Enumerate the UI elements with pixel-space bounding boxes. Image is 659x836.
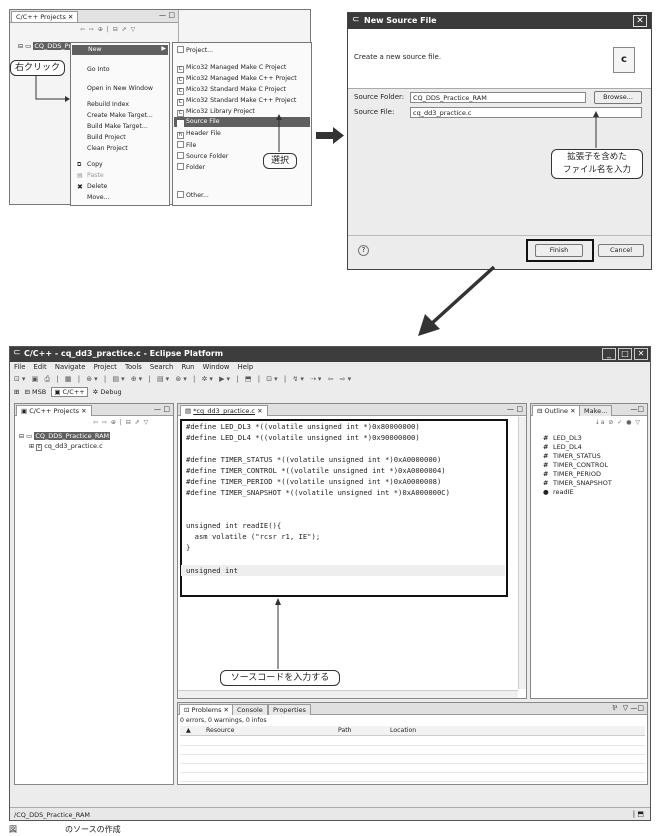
eclipse-title: C/C++ - cq_dd3_practice.c - Eclipse Plat… bbox=[24, 349, 224, 358]
dialog-header: Create a new source file. c bbox=[348, 29, 651, 89]
console-tab[interactable]: Console bbox=[232, 704, 268, 715]
outline-item[interactable]: # TIMER_CONTROL bbox=[543, 461, 608, 469]
menu-project[interactable]: Project bbox=[94, 363, 117, 371]
window-close-button[interactable]: ✕ bbox=[634, 348, 648, 360]
figure-caption: 図 のソースの作成 bbox=[9, 825, 121, 834]
view-maximize-icon[interactable]: □ bbox=[163, 405, 170, 413]
column-path[interactable]: Path bbox=[338, 727, 352, 734]
problems-view: ⊡ Problems ✕ Console Properties ⅌ ▽ —□ 0… bbox=[177, 702, 648, 785]
dialog-title: New Source File bbox=[364, 16, 437, 25]
help-icon[interactable]: ? bbox=[358, 245, 369, 256]
problems-summary: 0 errors, 0 warnings, 0 infos bbox=[180, 717, 267, 724]
dialog-description: Create a new source file. bbox=[354, 53, 442, 61]
filter-icon[interactable]: ⅌ bbox=[612, 704, 617, 713]
menu-run[interactable]: Run bbox=[181, 363, 194, 371]
column-resource[interactable]: Resource bbox=[206, 727, 234, 734]
macro-icon: # bbox=[543, 461, 549, 469]
dialog-titlebar: ⊂ New Source File ✕ bbox=[348, 13, 651, 29]
problems-view-menu-icon[interactable]: ▽ —□ bbox=[623, 704, 644, 712]
menu-edit[interactable]: Edit bbox=[34, 363, 47, 371]
menu-tools[interactable]: Tools bbox=[125, 363, 142, 371]
menu-help[interactable]: Help bbox=[238, 363, 254, 371]
macro-icon: # bbox=[543, 434, 549, 442]
view-minimize-icon[interactable]: — bbox=[154, 405, 161, 413]
perspective-debug[interactable]: ✲ Debug bbox=[93, 388, 122, 396]
tree-project-item[interactable]: ⊟ ▭ CQ_DDS_Practice_RAM bbox=[19, 432, 111, 440]
cancel-button[interactable]: Cancel bbox=[598, 244, 644, 257]
menu-window[interactable]: Window bbox=[203, 363, 230, 371]
outline-item[interactable]: # TIMER_STATUS bbox=[543, 452, 601, 460]
table-row bbox=[180, 774, 645, 782]
outline-tabbar: ⊟ Outline ✕ Make... —□ bbox=[531, 404, 647, 416]
make-targets-tab[interactable]: Make... bbox=[579, 405, 613, 416]
perspective-msb[interactable]: ⊟ MSB bbox=[25, 388, 47, 396]
eclipse-app-icon: ⊂ bbox=[13, 348, 21, 358]
projects-view-header: ▣ C/C++ Projects ✕ — □ bbox=[15, 404, 173, 416]
eclipse-titlebar: ⊂ C/C++ - cq_dd3_practice.c - Eclipse Pl… bbox=[10, 347, 650, 362]
status-text: /CQ_DDS_Practice_RAM bbox=[14, 811, 91, 819]
dialog-leader-line bbox=[593, 111, 599, 148]
perspective-cpp[interactable]: ▣ C/C++ bbox=[51, 387, 88, 397]
projects-tab[interactable]: ▣ C/C++ Projects ✕ bbox=[16, 405, 92, 416]
eclipse-window: ⊂ C/C++ - cq_dd3_practice.c - Eclipse Pl… bbox=[9, 346, 651, 821]
problems-tab[interactable]: ⊡ Problems ✕ bbox=[179, 704, 234, 715]
main-toolbar[interactable]: ⊡▾ ▣ ⎙ | ▦ | ⊛▾ | ▤▾ ⊕▾ | ▤▾ ⊛▾ | ✲▾ ▶▾ … bbox=[14, 375, 353, 385]
table-row bbox=[180, 738, 645, 746]
outline-toolbar[interactable]: ↓a ⊘ ✓ ● ▽ bbox=[595, 419, 641, 429]
table-row bbox=[180, 756, 645, 764]
tree-file-item[interactable]: ⊞ c cq_dd3_practice.c bbox=[29, 442, 103, 451]
dialog-app-icon: ⊂ bbox=[352, 15, 360, 25]
column-location[interactable]: Location bbox=[390, 727, 416, 734]
flow-arrow-down-left-icon bbox=[418, 265, 496, 336]
editor-leader-line bbox=[275, 598, 281, 669]
macro-icon: # bbox=[543, 443, 549, 451]
finish-button[interactable]: Finish bbox=[535, 244, 583, 257]
outline-minimize-icon[interactable]: —□ bbox=[630, 405, 644, 413]
function-icon: ● bbox=[543, 488, 549, 496]
macro-icon: # bbox=[543, 470, 549, 478]
menu-file[interactable]: File bbox=[14, 363, 25, 371]
status-bar: /CQ_DDS_Practice_RAM | ⬒ bbox=[10, 807, 650, 820]
window-maximize-button[interactable]: □ bbox=[618, 348, 632, 360]
outline-item[interactable]: # LED_DL3 bbox=[543, 434, 582, 442]
table-row bbox=[180, 765, 645, 773]
projects-view: ▣ C/C++ Projects ✕ — □ ⇦ ⇨ ⊕ | ⊟ ⇗ ▽ ⊟ ▭… bbox=[14, 403, 174, 785]
c-file-icon: c bbox=[36, 444, 43, 451]
dialog-close-button[interactable]: ✕ bbox=[633, 15, 647, 27]
macro-icon: # bbox=[543, 479, 549, 487]
outline-tab[interactable]: ⊟ Outline ✕ bbox=[532, 405, 581, 416]
outline-item[interactable]: ● readIE bbox=[543, 488, 574, 496]
perspective-bar: ⊞ ⊟ MSB ▣ C/C++ ✲ Debug bbox=[14, 387, 122, 399]
callout-filename-line2: ファイル名を入力 bbox=[562, 165, 631, 175]
menu-search[interactable]: Search bbox=[150, 363, 173, 371]
outline-item[interactable]: # TIMER_SNAPSHOT bbox=[543, 479, 612, 487]
properties-tab[interactable]: Properties bbox=[268, 704, 311, 715]
fast-view-icon[interactable]: | ⬒ bbox=[633, 810, 644, 818]
outline-item[interactable]: # LED_DL4 bbox=[543, 443, 582, 451]
window-minimize-button[interactable]: _ bbox=[602, 348, 616, 360]
sort-icon[interactable]: ▲ bbox=[186, 727, 191, 734]
top-left-leader-lines bbox=[35, 75, 282, 152]
macro-icon: # bbox=[543, 452, 549, 460]
outline-item[interactable]: # TIMER_PERIOD bbox=[543, 470, 601, 478]
new-c-file-icon: c bbox=[613, 47, 635, 73]
menubar: File Edit Navigate Project Tools Search … bbox=[14, 363, 253, 373]
project-folder-icon: ▭ bbox=[26, 432, 33, 440]
outline-view: ⊟ Outline ✕ Make... —□ ↓a ⊘ ✓ ● ▽ # LED_D… bbox=[530, 403, 648, 699]
problems-table-header: ▲ Resource Path Location bbox=[180, 726, 645, 736]
projects-view-toolbar[interactable]: ⇦ ⇨ ⊕ | ⊟ ⇗ ▽ bbox=[93, 419, 149, 429]
menu-navigate[interactable]: Navigate bbox=[55, 363, 86, 371]
table-row bbox=[180, 747, 645, 755]
dialog-separator bbox=[348, 235, 651, 236]
open-perspective-icon[interactable]: ⊞ bbox=[14, 388, 19, 396]
problems-tabbar: ⊡ Problems ✕ Console Properties ⅌ ▽ —□ bbox=[178, 703, 647, 715]
